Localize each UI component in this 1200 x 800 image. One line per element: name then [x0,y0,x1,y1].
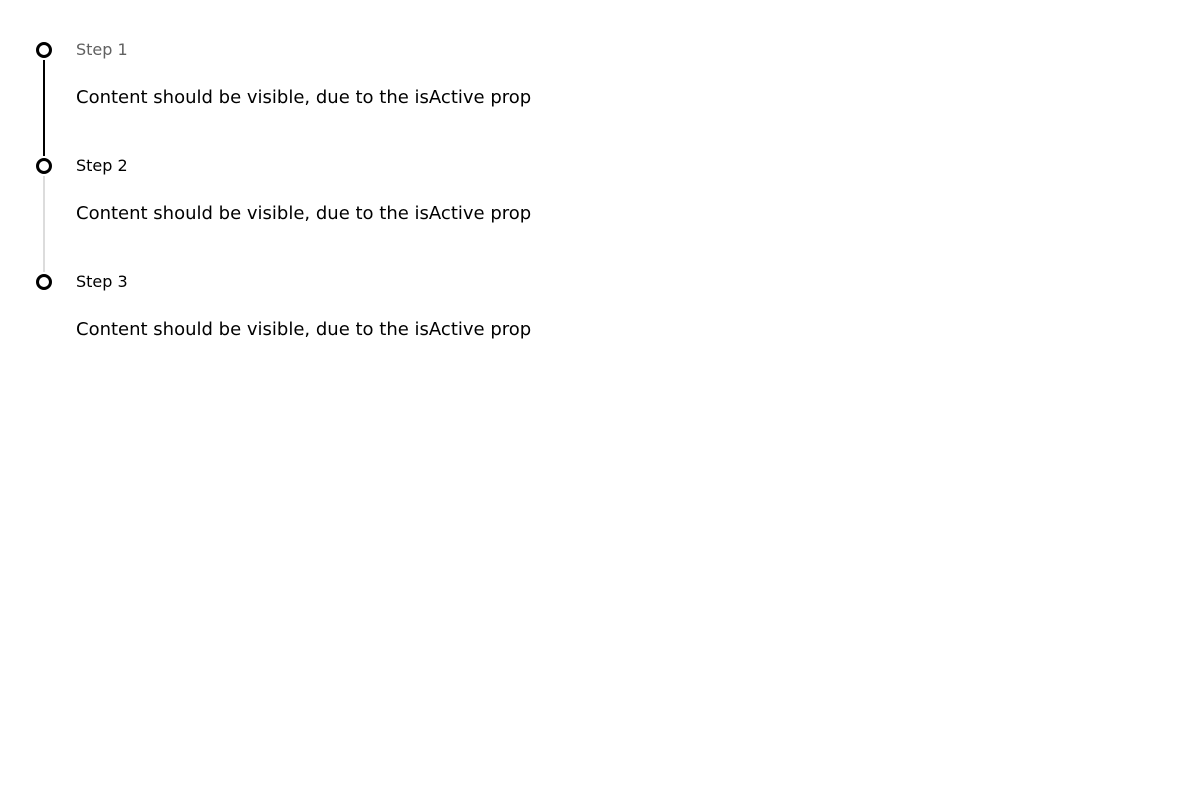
step-1-content: Content should be visible, due to the is… [76,87,532,108]
step-3-indicator-icon [36,274,52,290]
step-2-connector [43,176,45,272]
step-3-content: Content should be visible, due to the is… [76,319,532,340]
step-1-indicator-icon [36,42,52,58]
step-2-label[interactable]: Step 2 [76,156,128,176]
step-3-label[interactable]: Step 3 [76,272,128,292]
vertical-stepper: Step 1 Content should be visible, due to… [0,0,1200,800]
step-2-content: Content should be visible, due to the is… [76,203,532,224]
step-1-label[interactable]: Step 1 [76,40,128,60]
step-1-connector [43,60,45,156]
step-2-indicator-icon [36,158,52,174]
